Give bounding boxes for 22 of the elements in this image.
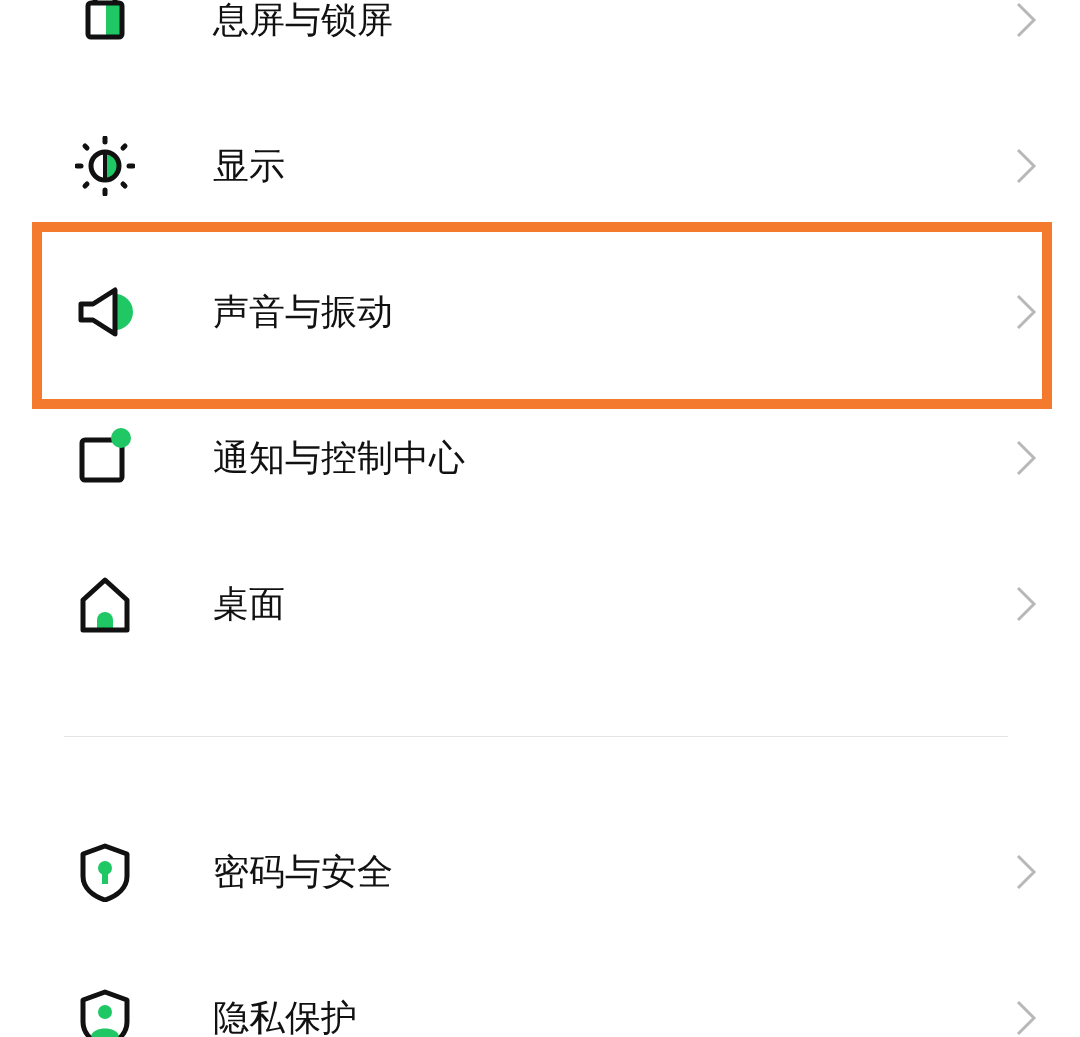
item-label: 密码与安全 — [213, 849, 394, 894]
item-label: 显示 — [213, 143, 286, 188]
chevron-icon — [1014, 438, 1038, 478]
settings-item[interactable]: 桌面 — [0, 531, 1080, 677]
settings-item[interactable]: 隐私保护 — [0, 945, 1080, 1037]
chevron-icon — [1014, 292, 1038, 332]
chevron-icon — [1014, 852, 1038, 892]
item-label: 息屏与锁屏 — [213, 0, 394, 42]
settings-item[interactable]: 息屏与锁屏 — [0, 0, 1080, 93]
chevron-icon — [1014, 584, 1038, 624]
chevron-icon — [1014, 146, 1038, 186]
item-label: 桌面 — [213, 581, 286, 626]
chevron-icon — [1014, 998, 1038, 1037]
item-label: 隐私保护 — [213, 995, 358, 1037]
settings-item[interactable]: 密码与安全 — [0, 799, 1080, 945]
item-label: 声音与振动 — [213, 289, 394, 334]
chevron-icon — [1014, 0, 1038, 40]
settings-item[interactable]: 显示 — [0, 93, 1080, 239]
settings-item[interactable]: 通知与控制中心 — [0, 385, 1080, 531]
sun-icon — [75, 136, 135, 196]
item-label: 通知与控制中心 — [213, 435, 466, 480]
settings-item[interactable]: 声音与振动 — [0, 239, 1080, 385]
